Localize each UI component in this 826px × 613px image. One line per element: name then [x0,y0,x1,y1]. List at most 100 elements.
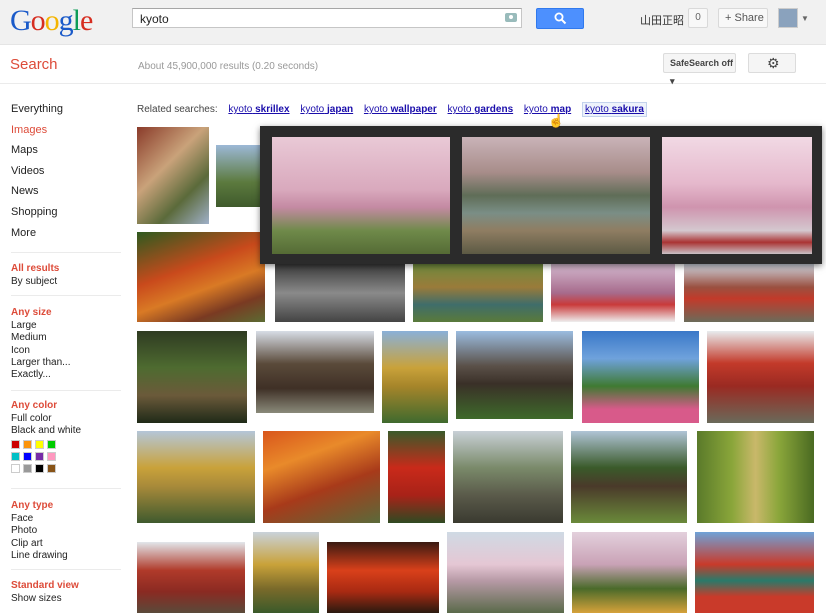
user-name[interactable]: 山田正昭 [640,12,684,28]
related-prefix: kyoto [228,104,253,115]
color-swatch[interactable] [23,463,32,473]
search-button[interactable] [536,8,584,29]
result-stats: About 45,900,000 results (0.20 seconds) [138,61,319,72]
filter-standard-view[interactable]: Standard view [11,580,121,593]
image-result[interactable] [137,232,265,322]
chevron-down-icon[interactable]: ▼ [801,14,809,23]
sidebar-item-videos[interactable]: Videos [11,165,121,186]
color-swatch[interactable] [47,451,56,461]
related-term: sakura [611,104,644,115]
related-link-skrillex[interactable]: kyoto skrillex [228,104,289,115]
image-result[interactable] [137,431,255,523]
sidebar-item-maps[interactable]: Maps [11,144,121,165]
sidebar-item-shopping[interactable]: Shopping [11,206,121,227]
image-result[interactable] [582,331,699,423]
related-prefix: kyoto [523,104,548,115]
color-swatch[interactable] [23,439,32,449]
image-result[interactable] [456,331,573,419]
filter-size-larger-than[interactable]: Larger than... [11,357,121,369]
related-link-sakura[interactable]: kyoto sakura [581,102,647,117]
search-input[interactable] [138,11,502,27]
filter-size-icon[interactable]: Icon [11,345,121,357]
camera-icon[interactable] [505,13,517,22]
gear-icon: ⚙ [767,55,780,71]
image-result[interactable] [572,532,687,613]
related-link-wallpaper[interactable]: kyoto wallpaper [364,104,437,115]
related-prefix: kyoto [300,104,325,115]
image-result[interactable] [256,331,374,413]
search-box[interactable] [132,8,522,28]
divider [11,295,121,296]
filter-type-clip-art[interactable]: Clip art [11,538,121,550]
filter-any-size[interactable]: Any size [11,307,121,320]
magnifier-icon [554,12,567,25]
notification-count-button[interactable]: 0 [688,8,708,28]
color-filter: Any color Full color Black and white [11,400,121,473]
image-result[interactable] [453,431,563,523]
filter-all-results[interactable]: All results [11,263,121,276]
color-swatch[interactable] [11,451,20,461]
image-result[interactable] [551,264,675,322]
image-result[interactable] [413,264,543,322]
image-result[interactable] [571,431,687,523]
color-swatch[interactable] [11,463,20,473]
filter-full-color[interactable]: Full color [11,413,121,425]
preview-image-1[interactable] [272,137,450,254]
image-result[interactable] [388,431,445,523]
related-term: skrillex [255,104,290,115]
color-swatch[interactable] [35,463,44,473]
sidebar-item-more[interactable]: More [11,227,121,248]
image-result[interactable] [137,331,247,423]
filter-type-face[interactable]: Face [11,513,121,525]
filter-size-large[interactable]: Large [11,320,121,332]
image-result[interactable] [137,127,209,224]
image-result[interactable] [382,331,448,423]
color-swatch[interactable] [11,439,20,449]
logo-letter-g: G [10,4,32,37]
related-link-gardens[interactable]: kyoto gardens [448,104,514,115]
related-link-japan[interactable]: kyoto japan [300,104,353,115]
related-prefix: kyoto [363,104,388,115]
share-button[interactable]: + Share [718,8,768,28]
image-result[interactable] [697,431,814,523]
logo-letter-o2: o [44,4,60,37]
image-result[interactable] [253,532,319,613]
preview-image-2[interactable] [462,137,650,254]
size-filter: Any size Large Medium Icon Larger than..… [11,307,121,381]
sidebar-item-everything[interactable]: Everything [11,103,121,124]
related-term: gardens [474,104,514,115]
image-result[interactable] [275,264,405,322]
sidebar-item-images[interactable]: Images [11,124,121,145]
google-logo[interactable]: Google [10,4,93,38]
image-result[interactable] [263,431,380,523]
image-result[interactable] [695,532,814,613]
avatar[interactable] [778,8,798,28]
filter-size-exactly[interactable]: Exactly... [11,369,121,381]
filter-size-medium[interactable]: Medium [11,332,121,344]
color-swatch[interactable] [35,451,44,461]
color-swatch[interactable] [47,463,56,473]
image-result[interactable] [137,542,245,613]
color-swatch[interactable] [47,439,56,449]
safesearch-dropdown[interactable]: SafeSearch off ▾ [663,53,736,86]
filter-by-subject[interactable]: By subject [11,276,121,288]
preview-image-3[interactable] [662,137,812,254]
color-swatch[interactable] [23,451,32,461]
divider [11,252,121,253]
logo-letter-o1: o [30,4,46,37]
image-result[interactable] [327,542,439,613]
filter-any-color[interactable]: Any color [11,400,121,413]
filter-type-photo[interactable]: Photo [11,525,121,537]
filter-any-type[interactable]: Any type [11,500,121,513]
image-result[interactable] [447,532,564,613]
filter-type-line-drawing[interactable]: Line drawing [11,550,121,562]
image-result[interactable] [216,145,260,207]
image-result[interactable] [684,264,814,322]
settings-button[interactable]: ⚙ [748,53,796,73]
color-swatch[interactable] [35,439,44,449]
image-result[interactable] [707,331,814,423]
filter-show-sizes[interactable]: Show sizes [11,593,121,605]
related-preview-popup[interactable] [260,126,822,264]
filter-black-and-white[interactable]: Black and white [11,425,121,437]
sidebar-item-news[interactable]: News [11,185,121,206]
